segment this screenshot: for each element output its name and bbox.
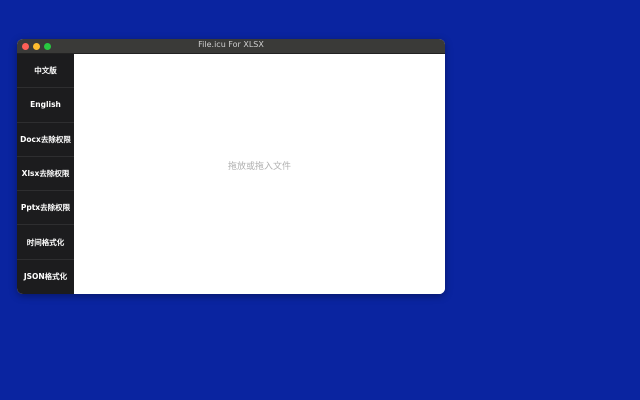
sidebar-item-time-format[interactable]: 时间格式化	[17, 225, 74, 260]
sidebar: 中文版 English Docx去除权限 Xlsx去除权限 Pptx去除权限 时…	[17, 54, 74, 294]
title-bar[interactable]: File.icu For XLSX	[17, 39, 445, 54]
sidebar-item-english[interactable]: English	[17, 88, 74, 123]
file-drop-area[interactable]: 拖放或拖入文件	[74, 54, 445, 294]
sidebar-item-json-format[interactable]: JSON格式化	[17, 260, 74, 294]
sidebar-item-docx-remove-permission[interactable]: Docx去除权限	[17, 123, 74, 157]
drop-hint-text: 拖放或拖入文件	[227, 162, 291, 172]
window-title: File.icu For XLSX	[198, 40, 264, 49]
sidebar-item-chinese[interactable]: 中文版	[17, 54, 74, 89]
app-window: File.icu For XLSX 中文版 English Docx去除权限 X…	[17, 39, 445, 294]
sidebar-item-pptx-remove-permission[interactable]: Pptx去除权限	[17, 191, 74, 226]
sidebar-item-xlsx-remove-permission[interactable]: Xlsx去除权限	[17, 157, 74, 192]
